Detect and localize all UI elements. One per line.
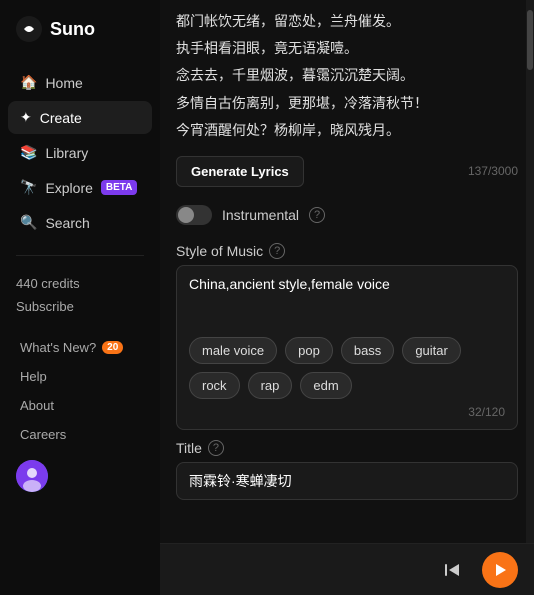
title-help-icon[interactable]: ? bbox=[208, 440, 224, 456]
about-label: About bbox=[20, 398, 54, 413]
scrollbar-thumb bbox=[527, 10, 533, 70]
beta-badge: BETA bbox=[101, 180, 137, 195]
sidebar-item-about[interactable]: About bbox=[8, 392, 152, 419]
sidebar-item-library-label: Library bbox=[45, 145, 88, 161]
style-tag-edm[interactable]: edm bbox=[300, 372, 351, 399]
sidebar-item-whats-new[interactable]: What's New? 20 bbox=[8, 334, 152, 361]
sidebar-bottom: What's New? 20 Help About Careers bbox=[0, 334, 160, 448]
lyrics-line-2: 执手相看泪眼，竟无语凝噎。 bbox=[176, 35, 518, 62]
sidebar-item-home[interactable]: 🏠 Home bbox=[8, 66, 152, 99]
play-button[interactable] bbox=[482, 552, 518, 588]
style-textarea[interactable] bbox=[189, 276, 505, 326]
sidebar-item-search[interactable]: 🔍 Search bbox=[8, 206, 152, 239]
skip-back-icon bbox=[442, 560, 462, 580]
logo[interactable]: Suno bbox=[0, 16, 160, 66]
sidebar-item-explore-label: Explore bbox=[45, 180, 92, 196]
toggle-knob bbox=[178, 207, 194, 223]
explore-icon: 🔭 bbox=[20, 179, 37, 196]
search-icon: 🔍 bbox=[20, 214, 37, 231]
lyrics-line-1: 都门帐饮无绪，留恋处，兰舟催发。 bbox=[176, 8, 518, 35]
instrumental-help-icon[interactable]: ? bbox=[309, 207, 325, 223]
style-tags: male voice pop bass guitar rock rap edm bbox=[189, 337, 505, 399]
main-content: 都门帐饮无绪，留恋处，兰舟催发。 执手相看泪眼，竟无语凝噎。 念去去，千里烟波，… bbox=[160, 0, 534, 595]
player-bar bbox=[160, 543, 534, 595]
style-tag-guitar[interactable]: guitar bbox=[402, 337, 461, 364]
style-char-count: 32/120 bbox=[189, 405, 505, 419]
help-label: Help bbox=[20, 369, 47, 384]
skip-back-button[interactable] bbox=[434, 552, 470, 588]
sidebar-item-explore[interactable]: 🔭 Explore BETA bbox=[8, 171, 152, 204]
instrumental-row: Instrumental ? bbox=[160, 195, 534, 235]
sidebar-item-help[interactable]: Help bbox=[8, 363, 152, 390]
style-tag-bass[interactable]: bass bbox=[341, 337, 394, 364]
suno-logo-icon bbox=[16, 16, 42, 42]
lyrics-char-count: 137/3000 bbox=[468, 164, 518, 178]
sidebar-item-home-label: Home bbox=[45, 75, 82, 91]
sidebar-nav: 🏠 Home ✦ Create 📚 Library 🔭 Explore BETA… bbox=[0, 66, 160, 239]
title-section: Title ? bbox=[160, 430, 534, 462]
lyrics-line-5: 今宵酒醒何处？杨柳岸，晓风残月。 bbox=[176, 117, 518, 144]
style-tag-male-voice[interactable]: male voice bbox=[189, 337, 277, 364]
instrumental-toggle[interactable] bbox=[176, 205, 212, 225]
logo-text: Suno bbox=[50, 19, 95, 40]
style-label-text: Style of Music bbox=[176, 243, 263, 259]
sidebar-divider bbox=[16, 255, 144, 256]
credits-link[interactable]: 440 credits bbox=[0, 272, 160, 295]
play-icon bbox=[491, 561, 509, 579]
sidebar-item-create[interactable]: ✦ Create bbox=[8, 101, 152, 134]
home-icon: 🏠 bbox=[20, 74, 37, 91]
title-input[interactable] bbox=[189, 473, 505, 489]
scrollbar[interactable] bbox=[526, 0, 534, 543]
style-section-label: Style of Music ? bbox=[160, 235, 534, 265]
lyrics-area: 都门帐饮无绪，留恋处，兰舟催发。 执手相看泪眼，竟无语凝噎。 念去去，千里烟波，… bbox=[160, 0, 534, 148]
instrumental-label: Instrumental bbox=[222, 207, 299, 223]
lyrics-line-3: 念去去，千里烟波，暮霭沉沉楚天阔。 bbox=[176, 62, 518, 89]
sidebar-item-library[interactable]: 📚 Library bbox=[8, 136, 152, 169]
library-icon: 📚 bbox=[20, 144, 37, 161]
sidebar-item-search-label: Search bbox=[45, 215, 89, 231]
careers-label: Careers bbox=[20, 427, 66, 442]
sidebar: Suno 🏠 Home ✦ Create 📚 Library 🔭 Explore… bbox=[0, 0, 160, 595]
create-icon: ✦ bbox=[20, 109, 32, 126]
subscribe-link[interactable]: Subscribe bbox=[0, 295, 160, 318]
generate-lyrics-button[interactable]: Generate Lyrics bbox=[176, 156, 304, 187]
style-tag-rap[interactable]: rap bbox=[248, 372, 293, 399]
generate-btn-row: Generate Lyrics 137/3000 bbox=[160, 148, 534, 195]
whats-new-label: What's New? bbox=[20, 340, 96, 355]
style-tag-rock[interactable]: rock bbox=[189, 372, 240, 399]
sidebar-item-create-label: Create bbox=[40, 110, 82, 126]
title-input-wrapper bbox=[176, 462, 518, 500]
style-textarea-wrapper: male voice pop bass guitar rock rap edm … bbox=[176, 265, 518, 430]
avatar[interactable] bbox=[16, 460, 48, 492]
whats-new-badge: 20 bbox=[102, 341, 123, 354]
title-label: Title bbox=[176, 440, 202, 456]
style-help-icon[interactable]: ? bbox=[269, 243, 285, 259]
sidebar-item-careers[interactable]: Careers bbox=[8, 421, 152, 448]
style-tag-pop[interactable]: pop bbox=[285, 337, 333, 364]
lyrics-line-4: 多情自古伤离别，更那堪，冷落清秋节！ bbox=[176, 90, 518, 117]
